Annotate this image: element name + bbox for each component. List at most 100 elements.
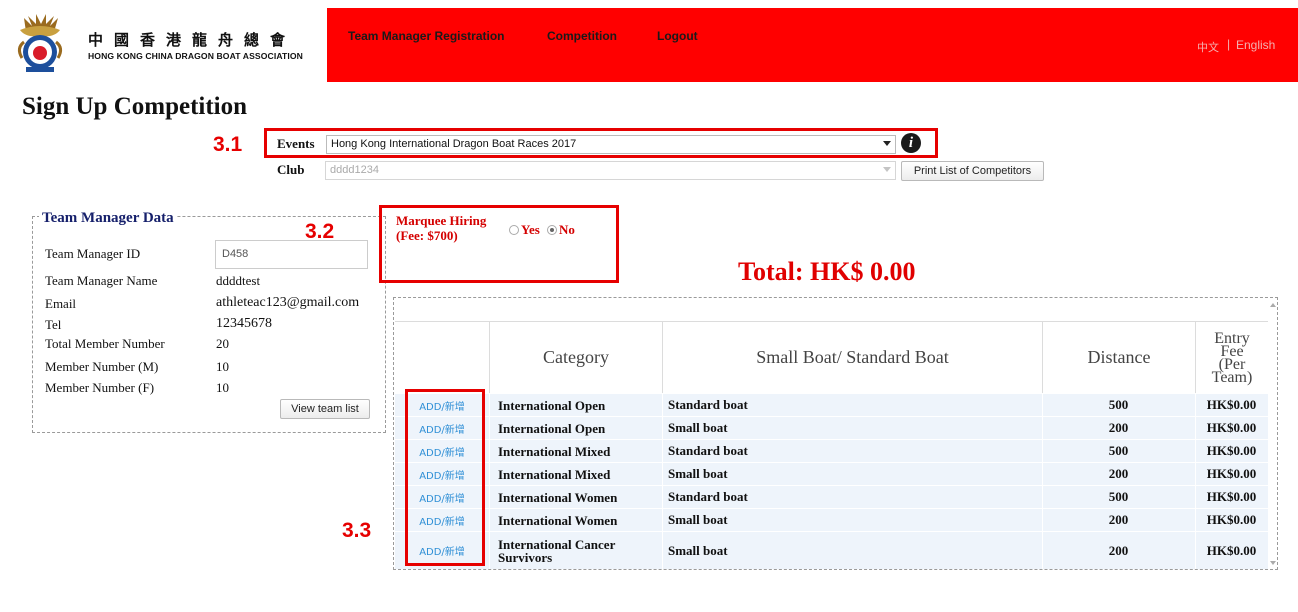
entry-fee-cell: HK$0.00 — [1206, 420, 1257, 435]
table-scrollbar[interactable] — [1269, 298, 1277, 569]
team-manager-id-field[interactable]: D458 — [215, 240, 368, 269]
category-text: International Open — [498, 397, 606, 413]
tel-value: 12345678 — [216, 316, 272, 331]
entry-fee-cell: HK$0.00 — [1206, 443, 1257, 458]
distance-cell: 200 — [1108, 542, 1129, 558]
column-divider — [662, 532, 663, 569]
email-label: Email — [45, 296, 77, 311]
table-row: ADD/新增 International Mixed Small boat 200 HK… — [395, 462, 1268, 485]
column-divider — [489, 486, 490, 508]
marquee-hiring-label: Marquee Hiring (Fee: $700) — [396, 213, 486, 243]
column-divider — [489, 440, 490, 462]
member-female-value: 10 — [216, 380, 229, 395]
header-entry-fee: Entry Fee (Per Team) — [1195, 322, 1268, 393]
email-value: athleteac123@gmail.com — [216, 295, 360, 310]
column-divider — [662, 509, 663, 531]
distance-cell: 500 — [1108, 397, 1129, 412]
distance-cell: 500 — [1108, 489, 1129, 504]
category-cell: International Open — [498, 394, 605, 416]
annotation-3-3: 3.3 — [342, 519, 372, 542]
boat-type-cell: Small boat — [668, 466, 728, 481]
logo-chinese-name: 中國香港龍舟總會 — [88, 31, 297, 49]
team-manager-name-label: Team Manager Name — [45, 273, 158, 288]
logo-english-name: HONG KONG CHINA DRAGON BOAT ASSOCIATION — [88, 51, 303, 61]
distance-cell: 200 — [1108, 512, 1129, 527]
entry-fee-cell: HK$0.00 — [1206, 512, 1257, 527]
boat-type-cell: Standard boat — [668, 443, 748, 458]
category-cell: International Women — [498, 509, 617, 531]
header-boat-type: Small Boat/ Standard Boat — [662, 322, 1042, 393]
category-text: International Open — [498, 420, 606, 436]
header-category: Category — [489, 322, 662, 393]
team-manager-legend: Team Manager Data — [39, 210, 177, 227]
lang-separator: | — [1227, 37, 1231, 51]
page-title: Sign Up Competition — [22, 93, 248, 120]
dragon-emblem-icon — [17, 14, 63, 72]
category-cell: International Mixed — [498, 463, 610, 485]
logo[interactable]: 中國香港龍舟總會 HONG KONG CHINA DRAGON BOAT ASS… — [0, 0, 327, 82]
table-row: ADD/新增 International Cancer Survivors Small… — [395, 531, 1268, 569]
header-add-column — [395, 322, 489, 393]
table-row: ADD/新增 International Open Small boat 200 HK$… — [395, 416, 1268, 439]
table-row: ADD/新增 International Open Standard boat 500… — [395, 393, 1268, 416]
column-divider — [489, 509, 490, 531]
marquee-no-radio[interactable] — [547, 225, 557, 235]
club-selected-value: dddd1234 — [330, 164, 379, 176]
boat-type-cell: Standard boat — [668, 397, 748, 412]
tel-label: Tel — [45, 317, 62, 332]
table-row: ADD/新增 International Women Standard boat 50… — [395, 485, 1268, 508]
print-competitors-button[interactable]: Print List of Competitors — [901, 161, 1044, 181]
entry-fee-cell: HK$0.00 — [1206, 489, 1257, 504]
member-male-value: 10 — [216, 359, 229, 374]
events-label: Events — [277, 136, 315, 151]
marquee-hiring-title: Marquee Hiring — [396, 213, 487, 228]
total-member-label: Total Member Number — [45, 336, 165, 351]
marquee-yes-label[interactable]: Yes — [521, 222, 540, 238]
header-distance: Distance — [1042, 322, 1195, 393]
lang-chinese-link[interactable]: 中文 — [1197, 39, 1219, 55]
annotation-3-1: 3.1 — [213, 133, 243, 156]
marquee-yes-radio[interactable] — [509, 225, 519, 235]
column-divider — [662, 394, 663, 416]
distance-cell: 200 — [1108, 466, 1129, 481]
site-header: 中國香港龍舟總會 HONG KONG CHINA DRAGON BOAT ASS… — [0, 0, 1298, 82]
entry-fee-cell: HK$0.00 — [1206, 466, 1257, 481]
category-cell: International Mixed — [498, 440, 610, 462]
nav-competition[interactable]: Competition — [547, 29, 617, 43]
total-member-value: 20 — [216, 336, 229, 351]
entry-fee-cell: HK$0.00 — [1206, 397, 1257, 412]
chevron-down-icon — [883, 141, 891, 146]
marquee-hiring-fee: (Fee: $700) — [396, 228, 458, 243]
distance-cell: 200 — [1108, 420, 1129, 435]
column-divider — [489, 417, 490, 439]
column-divider — [662, 440, 663, 462]
annotation-box-add-links — [405, 389, 485, 566]
events-select[interactable]: Hong Kong International Dragon Boat Race… — [326, 135, 896, 154]
entry-fee-cell: HK$0.00 — [1206, 542, 1257, 558]
category-text: International Cancer — [498, 536, 616, 552]
view-team-list-button[interactable]: View team list — [280, 399, 370, 419]
column-divider — [489, 463, 490, 485]
marquee-no-label[interactable]: No — [559, 222, 575, 238]
column-divider — [489, 394, 490, 416]
nav-bar — [327, 8, 1298, 82]
club-label: Club — [277, 162, 305, 177]
category-text: International Mixed — [498, 466, 611, 482]
member-female-label: Member Number (F) — [45, 380, 155, 395]
info-icon[interactable]: i — [901, 133, 921, 153]
chevron-down-icon — [883, 167, 891, 172]
boat-type-cell: Small boat — [668, 542, 728, 558]
member-male-label: Member Number (M) — [45, 359, 159, 374]
column-divider — [662, 417, 663, 439]
lang-english-link[interactable]: English — [1236, 38, 1275, 52]
distance-cell: 500 — [1108, 443, 1129, 458]
column-divider — [489, 532, 490, 569]
scroll-down-arrow-icon[interactable] — [1270, 561, 1276, 565]
club-select[interactable]: dddd1234 — [325, 161, 896, 180]
table-row: ADD/新增 International Women Small boat 200 HK… — [395, 508, 1268, 531]
scroll-up-arrow-icon[interactable] — [1270, 303, 1276, 307]
table-row: ADD/新增 International Mixed Standard boat 50… — [395, 439, 1268, 462]
nav-logout[interactable]: Logout — [657, 29, 698, 43]
column-divider — [662, 463, 663, 485]
nav-team-manager-registration[interactable]: Team Manager Registration — [348, 29, 504, 43]
